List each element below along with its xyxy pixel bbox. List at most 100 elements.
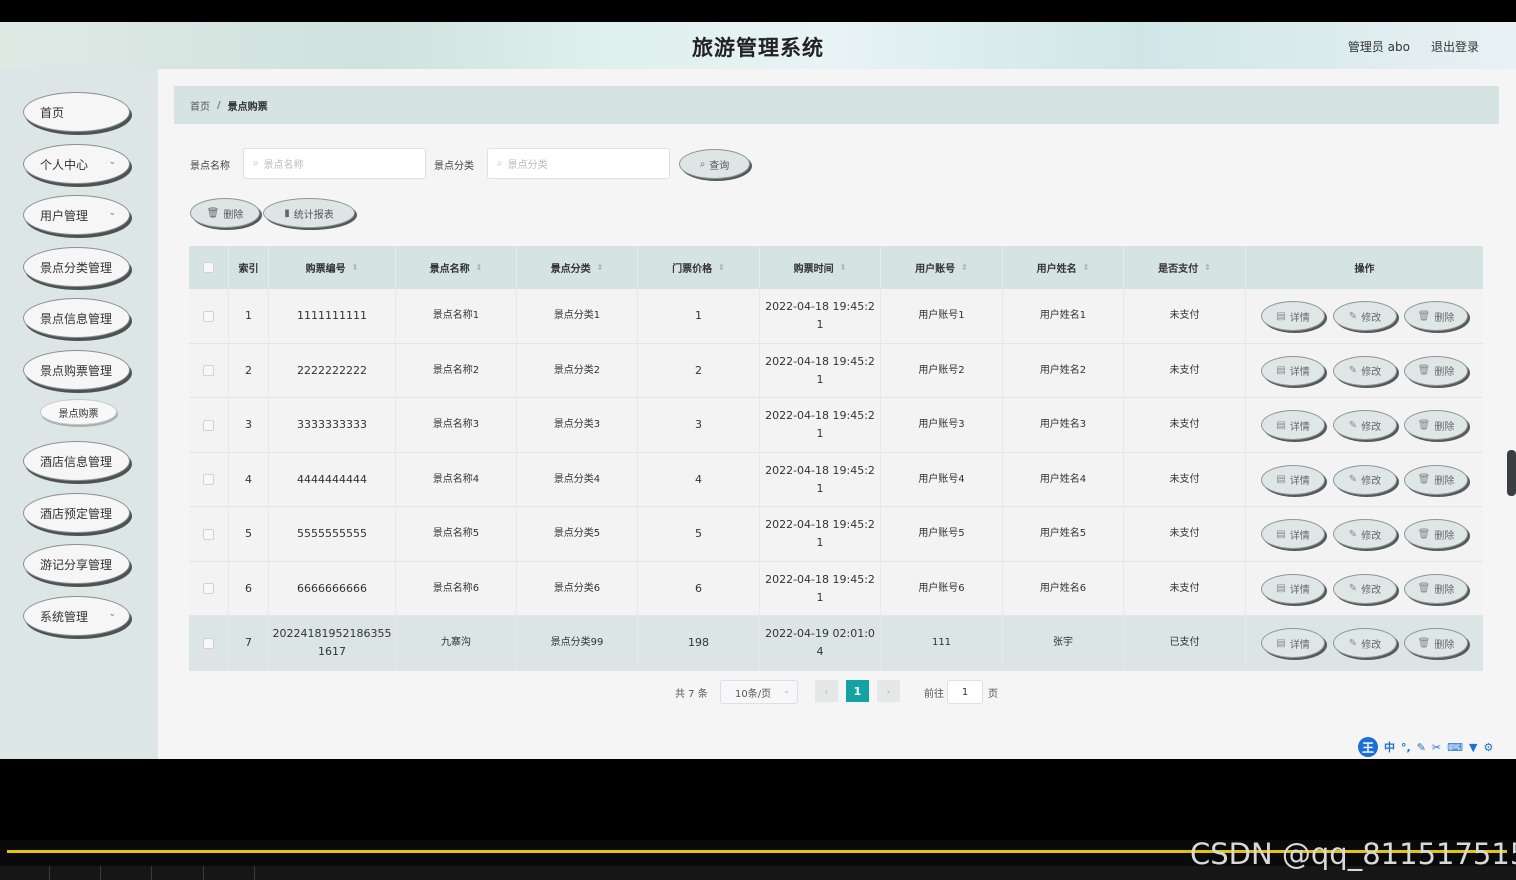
- detail-button[interactable]: ▤ 详情: [1261, 301, 1325, 331]
- delete-button[interactable]: 🗑 删除: [1404, 519, 1468, 549]
- header-account[interactable]: 用户账号 ⇕: [881, 246, 1003, 289]
- delete-button[interactable]: 🗑 删除: [1404, 355, 1468, 386]
- header-paid[interactable]: 是否支付 ⇕: [1124, 246, 1246, 289]
- time-line-2: 1: [816, 590, 824, 604]
- chevron-down-icon: ⌄: [108, 157, 116, 167]
- table-row[interactable]: 1 1111111111 景点名称1 景点分类1 1 用户账号1 用户姓名1 未支付 2022-…: [189, 289, 1483, 344]
- spot-category-input[interactable]: ⌕ 景点分类: [487, 148, 670, 179]
- cell-ticket-no: 6666666666: [269, 561, 396, 616]
- sidebar-item-spot-ticket[interactable]: 景点购票管理: [23, 350, 130, 390]
- edit-button[interactable]: ✎ 修改: [1333, 355, 1397, 386]
- row-checkbox[interactable]: [203, 474, 214, 485]
- next-page-button[interactable]: ›: [877, 680, 900, 702]
- table-row[interactable]: 2 2222222222 景点名称2 景点分类2 2 用户账号2 用户姓名2 未支付 2022-…: [189, 343, 1483, 398]
- row-checkbox[interactable]: [203, 310, 214, 322]
- header-select-all[interactable]: [189, 246, 229, 289]
- query-button[interactable]: ⌕ 查询: [679, 149, 750, 179]
- cell-time: 2022-04-18 19:45:2 1: [760, 398, 881, 452]
- cell-category: 景点分类4: [517, 452, 638, 507]
- sidebar-subitem-spot-ticket[interactable]: 景点购票: [40, 399, 117, 425]
- detail-button[interactable]: ▤ 详情: [1261, 410, 1325, 440]
- player-control[interactable]: [101, 866, 152, 880]
- player-control[interactable]: [0, 866, 50, 880]
- cell-category: 景点分类2: [517, 343, 638, 398]
- delete-button-label: 删除: [1434, 312, 1455, 324]
- edit-button-label: 修改: [1361, 367, 1382, 378]
- select-all-checkbox[interactable]: [203, 262, 214, 273]
- sidebar-item-user-management[interactable]: 用户管理 ⌄: [23, 195, 130, 235]
- player-control[interactable]: [204, 866, 255, 880]
- scrollbar-thumb[interactable]: [1507, 450, 1516, 496]
- sidebar-item-hotel-info[interactable]: 酒店信息管理: [23, 441, 130, 481]
- pencil-icon: ✎: [1348, 419, 1358, 431]
- delete-button[interactable]: 🗑 删除: [1404, 573, 1468, 604]
- sidebar-item-home[interactable]: 首页: [23, 92, 130, 132]
- header-username[interactable]: 用户姓名 ⇕: [1003, 246, 1124, 289]
- detail-button[interactable]: ▤ 详情: [1261, 573, 1325, 604]
- header-price[interactable]: 门票价格 ⇕: [638, 246, 760, 289]
- row-checkbox[interactable]: [203, 419, 214, 431]
- player-control[interactable]: [50, 866, 101, 880]
- chevron-down-icon: ⌄: [108, 609, 116, 619]
- edit-button[interactable]: ✎ 修改: [1333, 410, 1397, 440]
- ime-toolbar[interactable]: 王 中 °, ✎ ✂ ⌨ ▼ ⚙: [1358, 737, 1493, 757]
- cell-username: 用户姓名1: [1003, 289, 1124, 343]
- sidebar-item-hotel-booking[interactable]: 酒店预定管理: [23, 493, 130, 533]
- sidebar-item-personal-center[interactable]: 个人中心 ⌄: [23, 144, 130, 184]
- edit-button-label: 修改: [1361, 585, 1382, 596]
- edit-button[interactable]: ✎ 修改: [1333, 464, 1397, 495]
- header-spot-category[interactable]: 景点分类 ⇕: [517, 246, 638, 289]
- cell-name: 景点名称4: [396, 452, 517, 507]
- edit-button[interactable]: ✎ 修改: [1333, 519, 1397, 549]
- table-row[interactable]: 5 5555555555 景点名称5 景点分类5 5 用户账号5 用户姓名5 未支付 2022-…: [189, 507, 1483, 562]
- sidebar-item-spot-info[interactable]: 景点信息管理: [23, 298, 130, 338]
- cell-price: 2: [638, 343, 760, 398]
- player-control[interactable]: [152, 866, 204, 880]
- row-checkbox[interactable]: [203, 583, 214, 594]
- table-row[interactable]: 6 6666666666 景点名称6 景点分类6 6 用户账号6 用户姓名6 未支付 2022-…: [189, 561, 1483, 616]
- prev-page-button[interactable]: ‹: [815, 680, 838, 702]
- row-select-cell: [189, 561, 229, 616]
- edit-button[interactable]: ✎ 修改: [1333, 301, 1397, 331]
- detail-button[interactable]: ▤ 详情: [1261, 628, 1325, 658]
- page-size-select[interactable]: 10条/页 ⌄: [720, 680, 798, 704]
- edit-button[interactable]: ✎ 修改: [1333, 628, 1397, 658]
- cell-time: 2022-04-18 19:45:2 1: [760, 289, 881, 343]
- sidebar-item-spot-category[interactable]: 景点分类管理: [23, 247, 130, 287]
- report-button[interactable]: ▮ 统计报表: [263, 198, 355, 228]
- header-spot-name[interactable]: 景点名称 ⇕: [396, 246, 517, 289]
- detail-button[interactable]: ▤ 详情: [1261, 464, 1325, 495]
- sidebar-item-travel-notes[interactable]: 游记分享管理: [23, 544, 130, 584]
- logout-link[interactable]: 退出登录: [1431, 38, 1479, 55]
- row-checkbox[interactable]: [203, 528, 214, 540]
- page-number-current[interactable]: 1: [846, 680, 869, 702]
- ime-keyboard-icon: ⌨: [1447, 740, 1464, 754]
- delete-button[interactable]: 🗑 删除: [1404, 464, 1468, 495]
- header-time[interactable]: 购票时间 ⇕: [760, 246, 881, 289]
- breadcrumb-home[interactable]: 首页: [190, 98, 210, 113]
- sidebar-item-label: 景点分类管理: [40, 260, 113, 275]
- batch-delete-button[interactable]: 🗑 删除: [190, 198, 260, 228]
- time-line-2: 1: [816, 536, 824, 549]
- bar-chart-icon: ▮: [284, 207, 290, 219]
- goto-page-input[interactable]: 1: [947, 680, 983, 704]
- cell-account: 用户账号5: [881, 507, 1003, 561]
- table-row[interactable]: 7 20224181952186355 1617 九寨沟 景点分类99 198 111 张宇…: [189, 616, 1483, 671]
- edit-button[interactable]: ✎ 修改: [1333, 573, 1397, 604]
- delete-button[interactable]: 🗑 删除: [1404, 628, 1468, 658]
- detail-button[interactable]: ▤ 详情: [1261, 355, 1325, 386]
- detail-button[interactable]: ▤ 详情: [1261, 519, 1325, 549]
- delete-button[interactable]: 🗑 删除: [1404, 410, 1468, 440]
- goto-label: 前往: [924, 689, 944, 700]
- row-checkbox[interactable]: [203, 637, 214, 649]
- delete-button-label: 删除: [1434, 476, 1455, 487]
- spot-name-input[interactable]: ⌕ 景点名称: [243, 148, 426, 179]
- sidebar-item-system[interactable]: 系统管理 ⌄: [23, 596, 130, 636]
- table-row[interactable]: 3 3333333333 景点名称3 景点分类3 3 用户账号3 用户姓名3 未支付 2022-…: [189, 398, 1483, 453]
- cell-name: 九寨沟: [396, 616, 517, 670]
- pencil-icon: ✎: [1348, 637, 1358, 649]
- table-row[interactable]: 4 4444444444 景点名称4 景点分类4 4 用户账号4 用户姓名4 未支付 2022-…: [189, 452, 1483, 507]
- delete-button[interactable]: 🗑 删除: [1404, 301, 1468, 331]
- row-checkbox[interactable]: [203, 365, 214, 376]
- header-ticket-no[interactable]: 购票编号 ⇕: [269, 246, 396, 289]
